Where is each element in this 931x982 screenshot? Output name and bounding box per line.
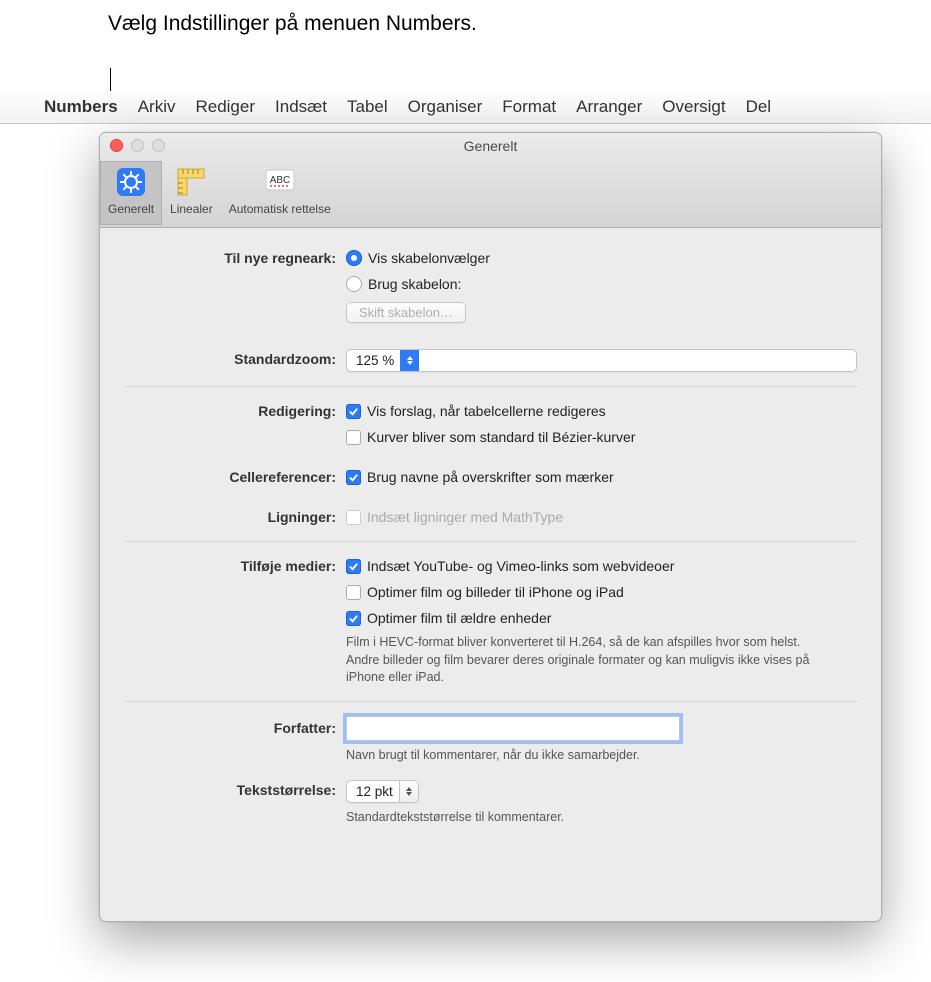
label-new-spreadsheets: Til nye regneark: <box>124 248 346 266</box>
checkbox-bezier-curves[interactable]: Kurver bliver som standard til Bézier-ku… <box>346 427 857 447</box>
menu-numbers[interactable]: Numbers <box>44 97 118 117</box>
label-editing: Redigering: <box>124 401 346 419</box>
checkbox-header-names[interactable]: Brug navne på overskrifter som mærker <box>346 467 857 487</box>
checkbox-youtube-vimeo[interactable]: Indsæt YouTube- og Vimeo-links som webvi… <box>346 556 857 576</box>
tab-autocorrect[interactable]: ABC Automatisk rettelse <box>221 161 339 225</box>
svg-text:ABC: ABC <box>269 175 290 186</box>
radio-show-label: Vis skabelonvælger <box>368 248 490 268</box>
tab-general[interactable]: Generelt <box>100 161 162 225</box>
text-size-value: 12 pkt <box>347 784 399 799</box>
label-text-size: Tekststørrelse: <box>124 780 346 798</box>
tab-general-label: Generelt <box>108 202 154 216</box>
default-zoom-popup[interactable]: 125 % <box>346 349 857 372</box>
checkbox-off-icon <box>346 585 361 600</box>
default-zoom-value: 125 % <box>347 353 400 368</box>
radio-on-icon <box>346 250 362 266</box>
author-input[interactable] <box>346 716 680 741</box>
checkbox-disabled-icon <box>346 510 361 525</box>
checkbox-suggestions-label: Vis forslag, når tabelcellerne redigeres <box>367 401 606 421</box>
checkbox-youtube-label: Indsæt YouTube- og Vimeo-links som webvi… <box>367 556 674 576</box>
separator <box>124 386 857 387</box>
tab-rulers-label: Linealer <box>170 202 213 216</box>
menu-organiser[interactable]: Organiser <box>408 97 483 117</box>
menu-rediger[interactable]: Rediger <box>195 97 255 117</box>
change-template-button[interactable]: Skift skabelon… <box>346 302 466 323</box>
checkbox-mathtype-label: Indsæt ligninger med MathType <box>367 507 563 527</box>
preferences-window: Generelt Generelt Linealer ABC Automatis… <box>99 132 882 922</box>
separator <box>124 701 857 702</box>
general-pane: Til nye regneark: Vis skabelonvælger Bru… <box>100 228 881 827</box>
checkbox-on-icon <box>346 404 361 419</box>
checkbox-older-label: Optimer film til ældre enheder <box>367 608 551 628</box>
window-titlebar: Generelt <box>100 133 881 158</box>
chevron-updown-icon <box>400 349 419 372</box>
checkbox-optimize-iphone[interactable]: Optimer film og billeder til iPhone og i… <box>346 582 857 602</box>
radio-show-template-chooser[interactable]: Vis skabelonvælger <box>346 248 857 268</box>
ruler-icon <box>174 165 208 199</box>
chevron-updown-icon <box>399 780 418 803</box>
menu-tabel[interactable]: Tabel <box>347 97 388 117</box>
text-size-popup[interactable]: 12 pkt <box>346 780 419 803</box>
label-author: Forfatter: <box>124 716 346 736</box>
zoom-button[interactable] <box>152 139 165 152</box>
gear-icon <box>114 165 148 199</box>
radio-use-template[interactable]: Brug skabelon: <box>346 274 857 294</box>
checkbox-on-icon <box>346 470 361 485</box>
radio-use-label: Brug skabelon: <box>368 274 461 294</box>
checkbox-optimize-label: Optimer film og billeder til iPhone og i… <box>367 582 624 602</box>
checkbox-off-icon <box>346 430 361 445</box>
tab-autocorrect-label: Automatisk rettelse <box>229 202 331 216</box>
label-equations: Ligninger: <box>124 507 346 525</box>
autocorrect-icon: ABC <box>263 165 297 199</box>
menu-arranger[interactable]: Arranger <box>576 97 642 117</box>
checkbox-bezier-label: Kurver bliver som standard til Bézier-ku… <box>367 427 635 447</box>
label-default-zoom: Standardzoom: <box>124 349 346 367</box>
checkbox-show-suggestions[interactable]: Vis forslag, når tabelcellerne redigeres <box>346 401 857 421</box>
text-size-description: Standardtekststørrelse til kommentarer. <box>346 809 816 827</box>
callout-line <box>110 68 111 91</box>
checkbox-on-icon <box>346 611 361 626</box>
preferences-toolbar: Generelt Linealer ABC Automatisk rettels… <box>100 158 881 228</box>
window-controls <box>110 139 165 152</box>
callout-text: Vælg Indstillinger på menuen Numbers. <box>108 10 477 37</box>
radio-off-icon <box>346 276 362 292</box>
menu-arkiv[interactable]: Arkiv <box>138 97 176 117</box>
label-cell-references: Cellereferencer: <box>124 467 346 485</box>
label-add-media: Tilføje medier: <box>124 556 346 574</box>
macos-menubar: Numbers Arkiv Rediger Indsæt Tabel Organ… <box>0 91 931 124</box>
checkbox-mathtype: Indsæt ligninger med MathType <box>346 507 857 527</box>
minimize-button[interactable] <box>131 139 144 152</box>
menu-oversigt[interactable]: Oversigt <box>662 97 725 117</box>
checkbox-optimize-older[interactable]: Optimer film til ældre enheder <box>346 608 857 628</box>
menu-del[interactable]: Del <box>746 97 772 117</box>
close-button[interactable] <box>110 139 123 152</box>
separator <box>124 541 857 542</box>
author-description: Navn brugt til kommentarer, når du ikke … <box>346 747 816 765</box>
checkbox-header-names-label: Brug navne på overskrifter som mærker <box>367 467 614 487</box>
window-title: Generelt <box>100 138 881 154</box>
media-description: Film i HEVC-format bliver konverteret ti… <box>346 634 816 687</box>
menu-indsaet[interactable]: Indsæt <box>275 97 327 117</box>
checkbox-on-icon <box>346 559 361 574</box>
tab-rulers[interactable]: Linealer <box>162 161 221 225</box>
menu-format[interactable]: Format <box>502 97 556 117</box>
